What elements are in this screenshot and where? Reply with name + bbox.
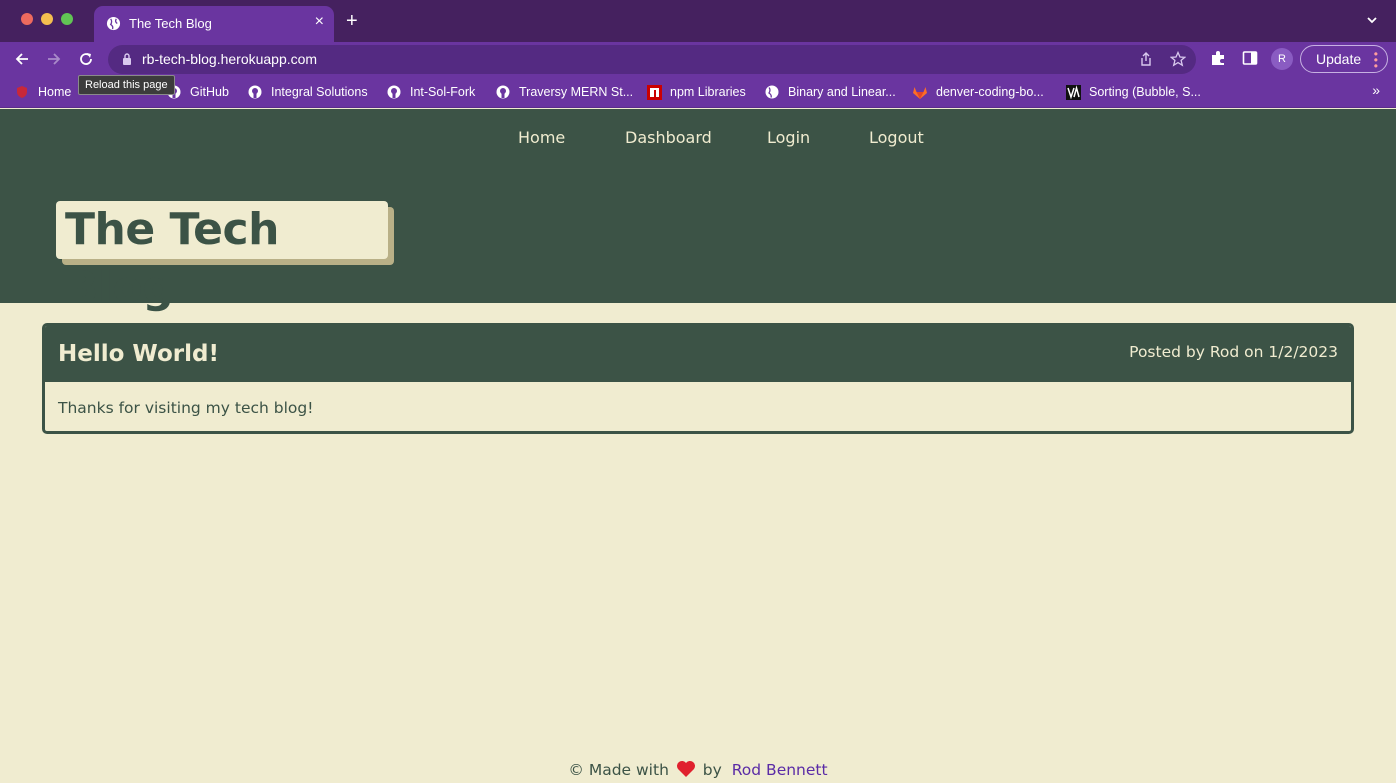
site-header: Home Dashboard Login Logout The Tech Blo… [0,109,1396,313]
post-title[interactable]: Hello World! [58,341,219,367]
gitlab-icon [912,84,928,100]
reload-button[interactable] [75,48,97,70]
browser-tab-strip: The Tech Blog × + [0,0,1396,42]
back-button[interactable] [11,48,33,70]
bookmark-label: Traversy MERN St... [519,85,634,99]
va-icon [1065,84,1081,100]
site-footer: © Made with by Rod Bennett [0,760,1396,779]
bookmark-label: Integral Solutions [271,85,368,99]
bookmark-npm-libraries[interactable]: npm Libraries [646,83,746,101]
new-tab-icon[interactable]: + [346,10,358,32]
address-bar[interactable]: rb-tech-blog.herokuapp.com [108,45,1196,74]
close-window-button[interactable] [21,13,33,25]
bookmark-label: npm Libraries [670,85,746,99]
bookmark-label: Home [38,85,72,99]
bookmark-label: Sorting (Bubble, S... [1089,85,1201,99]
npm-icon [646,84,662,100]
update-label: Update [1316,51,1362,67]
profile-avatar[interactable]: R [1271,48,1293,70]
reload-tooltip: Reload this page [78,75,175,95]
site-logo-text: The Tech Blog [56,201,388,313]
footer-prefix: © Made with [568,761,669,779]
shield-favicon-icon [14,84,30,100]
close-tab-icon[interactable]: × [315,13,324,31]
bookmark-denver-coding[interactable]: denver-coding-bo... [912,83,1044,101]
maximize-window-button[interactable] [61,13,73,25]
bookmark-sorting[interactable]: Sorting (Bubble, S... [1065,83,1201,101]
url-text: rb-tech-blog.herokuapp.com [142,51,318,67]
footer-by: by [702,761,722,779]
post-header: Hello World! Posted by Rod on 1/2/2023 [45,326,1351,382]
nav-link-logout[interactable]: Logout [869,128,924,147]
bookmark-label: Int-Sol-Fork [410,85,476,99]
bookmark-integral-solutions[interactable]: Integral Solutions [247,83,368,101]
extensions-puzzle-icon[interactable] [1210,50,1226,66]
globe-icon [764,84,780,100]
more-menu-icon[interactable]: • • • [1374,48,1378,72]
site-logo[interactable]: The Tech Blog [56,201,394,313]
nav-link-login[interactable]: Login [767,128,810,147]
bookmark-label: denver-coding-bo... [936,85,1044,99]
bookmark-int-sol-fork[interactable]: Int-Sol-Fork [386,83,475,101]
bookmark-star-icon[interactable] [1170,51,1186,67]
browser-tab-active[interactable]: The Tech Blog × [94,6,334,42]
bookmark-binary-linear[interactable]: Binary and Linear... [764,83,896,101]
browser-toolbar: rb-tech-blog.herokuapp.com R Update • • • [0,42,1396,76]
github-icon [247,84,263,100]
bookmark-github[interactable]: GitHub [166,83,229,101]
bookmark-label: Binary and Linear... [788,85,896,99]
forward-arrow-icon [48,53,61,65]
globe-icon [106,16,121,31]
share-icon[interactable] [1138,51,1154,67]
bookmarks-overflow-icon[interactable]: » [1372,82,1380,98]
author-link[interactable]: Rod Bennett [732,761,828,779]
lock-icon [123,53,131,65]
github-icon [386,84,402,100]
bookmark-home[interactable]: Home [14,83,71,101]
forward-button[interactable] [43,48,65,70]
bookmark-label: GitHub [190,85,229,99]
update-button[interactable]: Update • • • [1300,45,1388,73]
post-body: Thanks for visiting my tech blog! [58,399,314,417]
tab-title: The Tech Blog [129,16,212,31]
tab-search-chevron-icon[interactable] [1366,14,1378,26]
side-panel-icon[interactable] [1242,50,1258,66]
bookmark-traversy-mern[interactable]: Traversy MERN St... [495,83,633,101]
heart-icon [676,761,695,777]
minimize-window-button[interactable] [41,13,53,25]
reload-icon [80,53,92,65]
nav-link-home[interactable]: Home [518,128,565,147]
post-meta: Posted by Rod on 1/2/2023 [1129,343,1338,361]
post-card[interactable]: Hello World! Posted by Rod on 1/2/2023 T… [42,323,1354,434]
bookmarks-bar: Home GitHub Integral Solutions Int-Sol-F… [0,76,1396,108]
back-arrow-icon [15,53,28,65]
github-icon [495,84,511,100]
nav-link-dashboard[interactable]: Dashboard [625,128,712,147]
